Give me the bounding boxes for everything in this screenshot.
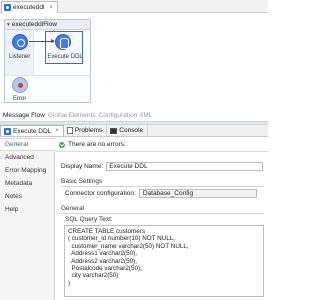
connector-row: Connector configuration: Database_Config	[65, 189, 257, 198]
close-icon[interactable]: ×	[55, 128, 59, 134]
connector-config-value: Database_Config	[142, 190, 194, 197]
editor-tab-executeddl[interactable]: executeddl ×	[1, 1, 58, 13]
tab-problems[interactable]: Problems	[64, 125, 108, 136]
tab-execute-ddl-label: Execute DDL	[13, 127, 52, 135]
sql-line: customer_name varchar2(50) NOT NULL,	[68, 242, 189, 250]
execute-ddl-label: Execute DDL	[47, 54, 83, 60]
sidebar-item-error-mapping[interactable]: Error Mapping	[0, 164, 54, 177]
problems-icon	[66, 127, 73, 134]
tab-execute-ddl[interactable]: Execute DDL ×	[0, 125, 64, 136]
sql-line: Postalcode varchar2(50),	[68, 265, 142, 273]
tab-problems-label: Problems	[74, 127, 103, 134]
display-name-value: Execute DDL	[109, 163, 148, 170]
validation-status: There are no errors.	[59, 141, 126, 148]
tab-global-elements[interactable]: Global Elements	[48, 112, 96, 119]
properties-content: There are no errors. Display Name: Execu…	[56, 138, 268, 300]
tab-console-label: Console	[119, 127, 144, 134]
sql-line: Address2 varchar2(50),	[68, 257, 137, 265]
console-icon	[110, 127, 118, 134]
database-icon	[4, 127, 11, 135]
error-handler-icon[interactable]	[12, 77, 28, 93]
connector-config-label: Connector configuration:	[65, 190, 136, 197]
panel-tab-bar: Execute DDL × Problems Console	[0, 125, 268, 137]
sql-line: ( customer_id number(10) NOT NULL,	[68, 235, 175, 243]
tab-message-flow[interactable]: Message Flow	[3, 112, 45, 119]
flow-file-icon	[4, 4, 11, 11]
sidebar-item-metadata[interactable]: Metadata	[0, 177, 54, 190]
connector-config-select[interactable]: Database_Config	[138, 189, 257, 198]
flow-header[interactable]: ▾ executeddlFlow	[5, 20, 90, 30]
error-label: Error	[13, 96, 27, 102]
sidebar-item-general[interactable]: General	[0, 138, 55, 151]
view-tab-bar: Message Flow Global Elements Configurati…	[0, 110, 268, 120]
general-section-title: General	[61, 205, 85, 212]
properties-sidebar: General Advanced Error Mapping Metadata …	[0, 138, 55, 300]
check-icon	[59, 141, 65, 148]
flow-name: executeddlFlow	[11, 21, 57, 28]
sql-line: )	[68, 279, 71, 287]
close-icon[interactable]: ×	[49, 5, 53, 11]
sql-query-textarea[interactable]: CREATE TABLE customers ( customer_id num…	[64, 225, 264, 297]
display-name-label: Display Name:	[61, 163, 104, 170]
tab-configuration-xml[interactable]: Configuration XML	[99, 112, 153, 119]
editor-tab-label: executeddl	[13, 4, 45, 11]
sql-line: city varchar2(50)	[68, 272, 119, 280]
chevron-down-icon[interactable]: ▾	[7, 22, 10, 28]
display-name-field[interactable]: Execute DDL	[106, 162, 264, 171]
sidebar-item-help[interactable]: Help	[0, 203, 54, 216]
basic-settings-divider	[61, 186, 264, 187]
sidebar-item-notes[interactable]: Notes	[0, 190, 54, 203]
flow-container[interactable]: ▾ executeddlFlow Listener Execute DDL Er…	[4, 19, 91, 103]
sql-line: CREATE TABLE customers	[68, 228, 145, 235]
editor-tab-bar: executeddl ×	[0, 0, 268, 13]
basic-settings-title: Basic Settings	[61, 178, 103, 185]
status-separator	[56, 151, 268, 152]
status-message: There are no errors.	[68, 141, 126, 148]
sidebar-item-advanced[interactable]: Advanced	[0, 151, 54, 164]
general-section-divider	[61, 213, 264, 214]
listener-label: Listener	[9, 54, 31, 60]
flow-arrow	[29, 39, 55, 43]
database-node-icon[interactable]	[55, 34, 71, 50]
sql-query-label: SQL Query Text:	[65, 216, 113, 223]
sql-line: Address1 varchar2(50),	[68, 250, 137, 258]
tab-console[interactable]: Console	[107, 125, 149, 136]
flow-canvas[interactable]: ▾ executeddlFlow Listener Execute DDL Er…	[0, 13, 268, 110]
display-name-row: Display Name: Execute DDL	[61, 162, 264, 171]
listener-node-icon[interactable]	[12, 34, 28, 50]
